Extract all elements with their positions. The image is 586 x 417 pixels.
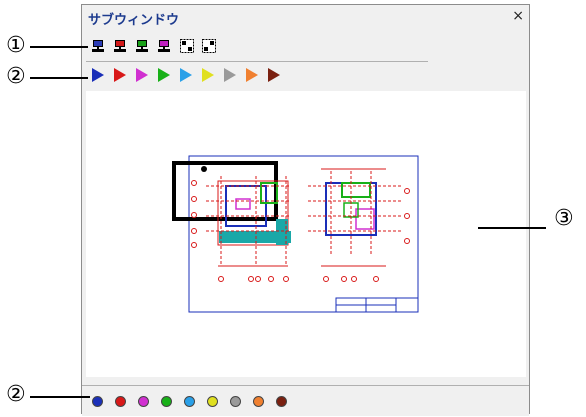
- color-flag-button[interactable]: [92, 68, 104, 82]
- color-flag-button[interactable]: [202, 68, 214, 82]
- close-button[interactable]: ×: [512, 8, 524, 24]
- callout-2b-line: [30, 396, 90, 398]
- toolbar-separator: [86, 61, 428, 62]
- color-swatch[interactable]: [184, 396, 195, 407]
- sub-window: サブウィンドウ ×: [81, 4, 530, 416]
- toolbar-display: [84, 31, 527, 61]
- select-area-icon[interactable]: [180, 39, 194, 53]
- callout-1-line: [30, 46, 88, 48]
- color-swatch[interactable]: [207, 396, 218, 407]
- monitor-icon-green[interactable]: [136, 40, 148, 53]
- color-flag-button[interactable]: [246, 68, 258, 82]
- color-swatch[interactable]: [253, 396, 264, 407]
- monitor-icon-blue[interactable]: [92, 40, 104, 53]
- deselect-area-icon[interactable]: [202, 39, 216, 53]
- color-swatch[interactable]: [276, 396, 287, 407]
- callout-3-line: [478, 227, 546, 229]
- color-swatch[interactable]: [115, 396, 126, 407]
- color-flag-button[interactable]: [180, 68, 192, 82]
- color-swatch[interactable]: [138, 396, 149, 407]
- color-palette-bar: [82, 385, 529, 416]
- color-swatch[interactable]: [92, 396, 103, 407]
- callout-1: ①: [6, 33, 26, 58]
- floor-plan-drawing: [172, 155, 419, 313]
- monitor-icon-red[interactable]: [114, 40, 126, 53]
- color-swatch[interactable]: [230, 396, 241, 407]
- color-flag-button[interactable]: [268, 68, 280, 82]
- callout-2: ②: [6, 64, 26, 89]
- color-flag-button[interactable]: [158, 68, 170, 82]
- color-flag-button[interactable]: [114, 68, 126, 82]
- callout-3: ③: [554, 206, 574, 231]
- window-title: サブウィンドウ: [88, 13, 180, 28]
- color-flag-button[interactable]: [136, 68, 148, 82]
- callout-2-bottom: ②: [6, 382, 26, 407]
- color-swatch[interactable]: [161, 396, 172, 407]
- monitor-icon-magenta[interactable]: [158, 40, 170, 53]
- color-flag-button[interactable]: [224, 68, 236, 82]
- callout-2-line: [30, 77, 88, 79]
- drawing-preview[interactable]: [86, 91, 526, 377]
- title-bar[interactable]: サブウィンドウ ×: [82, 5, 529, 29]
